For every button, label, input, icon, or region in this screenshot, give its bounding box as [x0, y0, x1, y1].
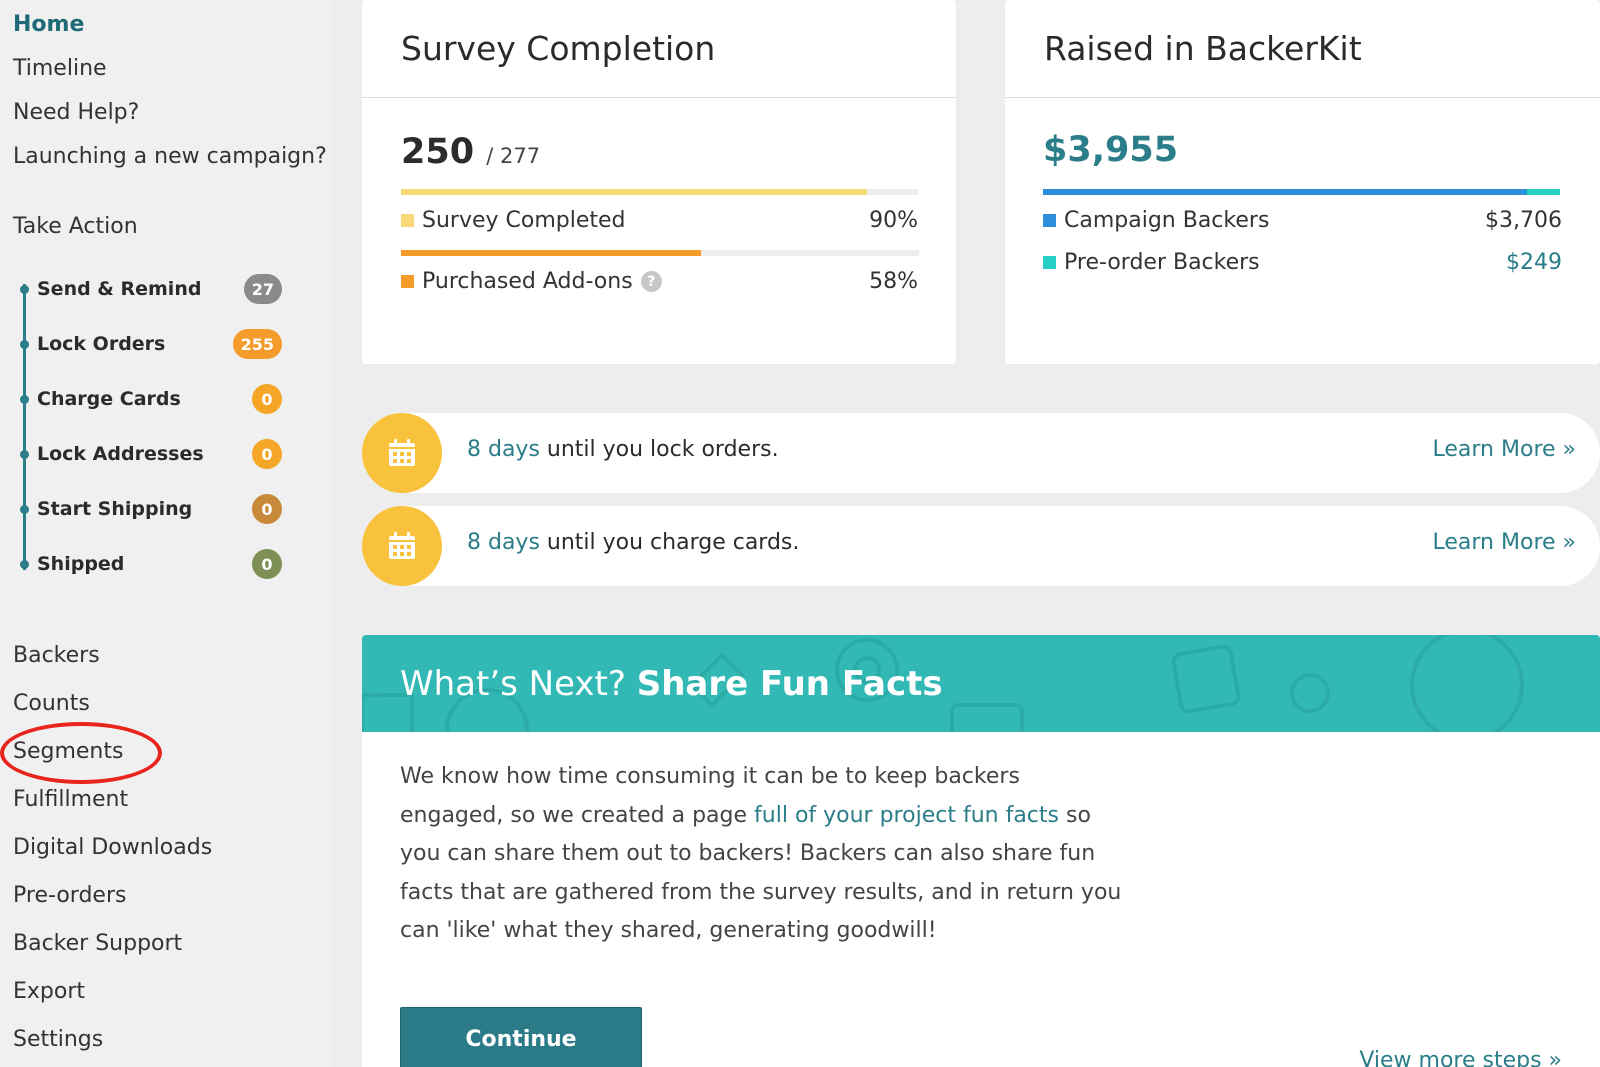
step-label: Start Shipping	[37, 498, 193, 520]
survey-completed-number: 250	[401, 132, 475, 172]
count-badge: 0	[252, 549, 282, 579]
reminder-text: 8 days until you lock orders.	[467, 437, 779, 462]
nav-need-help[interactable]: Need Help?	[13, 100, 139, 125]
legend-label: Survey Completed	[422, 208, 626, 233]
legend-preorder-backers: Pre-order Backers	[1043, 250, 1260, 275]
card-title: Raised in BackerKit	[1005, 0, 1600, 98]
count-badge: 27	[243, 274, 282, 304]
legend-label: Purchased Add-ons	[422, 269, 633, 294]
survey-completion-card: Survey Completion 250 / 277 Survey Compl…	[362, 0, 956, 364]
legend-swatch	[401, 275, 414, 288]
learn-more-link[interactable]: Learn More »	[1433, 530, 1576, 555]
legend-swatch	[1043, 214, 1056, 227]
reminder-lock-orders: 8 days until you lock orders. Learn More…	[362, 413, 1600, 493]
step-label: Send & Remind	[37, 278, 202, 300]
legend-campaign-backers: Campaign Backers	[1043, 208, 1269, 233]
purchased-addons-bar	[401, 250, 919, 256]
reminder-days[interactable]: 8 days	[467, 437, 540, 462]
timeline-dot	[20, 284, 29, 294]
timeline-dot	[20, 339, 29, 349]
calendar-icon	[362, 506, 442, 586]
raised-card: Raised in BackerKit $3,955 Campaign Back…	[1005, 0, 1600, 364]
legend-swatch	[1043, 256, 1056, 269]
timeline-dot	[20, 394, 29, 404]
legend-value: 90%	[869, 208, 918, 233]
step-start-shipping[interactable]: Start Shipping 0	[20, 492, 282, 526]
step-shipped[interactable]: Shipped 0	[20, 547, 282, 581]
timeline-dot	[20, 559, 29, 569]
legend-value: $3,706	[1485, 208, 1562, 233]
reminder-message: until you lock orders.	[539, 437, 779, 462]
learn-more-link[interactable]: Learn More »	[1433, 437, 1576, 462]
step-lock-orders[interactable]: Lock Orders 255	[20, 327, 282, 361]
nav-segments[interactable]: Segments	[13, 739, 123, 764]
count-badge: 0	[252, 439, 282, 469]
step-label: Lock Addresses	[37, 443, 204, 465]
nav-pre-orders[interactable]: Pre-orders	[13, 883, 126, 908]
survey-count: 250 / 277	[401, 132, 540, 172]
whats-next-banner: What’s Next? Share Fun Facts	[362, 635, 1600, 732]
legend-label: Pre-order Backers	[1064, 250, 1260, 275]
survey-completed-bar	[401, 189, 919, 195]
bar-fill	[1043, 189, 1527, 195]
nav-digital-downloads[interactable]: Digital Downloads	[13, 835, 212, 860]
nav-settings[interactable]: Settings	[13, 1027, 103, 1052]
nav-timeline[interactable]: Timeline	[13, 56, 107, 81]
bar-fill	[401, 189, 867, 195]
sidebar: Home Timeline Need Help? Launching a new…	[0, 0, 330, 1067]
legend-purchased-addons: Purchased Add-ons ?	[401, 269, 662, 294]
step-label: Lock Orders	[37, 333, 166, 355]
bar-fill	[401, 250, 701, 256]
reminder-charge-cards: 8 days until you charge cards. Learn Mor…	[362, 506, 1600, 586]
step-label: Charge Cards	[37, 388, 181, 410]
whats-next-title: What’s Next? Share Fun Facts	[400, 664, 943, 704]
nav-fulfillment[interactable]: Fulfillment	[13, 787, 128, 812]
legend-label: Campaign Backers	[1064, 208, 1270, 233]
count-badge: 0	[252, 494, 282, 524]
survey-total: / 277	[486, 144, 541, 168]
legend-value: 58%	[869, 269, 918, 294]
nav-home[interactable]: Home	[13, 12, 84, 37]
legend-swatch	[401, 214, 414, 227]
timeline-dot	[20, 449, 29, 459]
nav-backers[interactable]: Backers	[13, 643, 100, 668]
whats-next-description: We know how time consuming it can be to …	[400, 758, 1130, 951]
help-icon[interactable]: ?	[640, 271, 662, 292]
step-lock-addresses[interactable]: Lock Addresses 0	[20, 437, 282, 471]
whats-next-body: We know how time consuming it can be to …	[362, 732, 1600, 1067]
count-badge: 0	[252, 384, 282, 414]
reminder-days[interactable]: 8 days	[467, 530, 540, 555]
whats-next-heading: Share Fun Facts	[636, 664, 943, 704]
raised-amount: $3,955	[1043, 130, 1179, 170]
nav-launching-campaign[interactable]: Launching a new campaign?	[13, 144, 327, 169]
continue-button[interactable]: Continue	[400, 1007, 642, 1067]
calendar-icon	[362, 413, 442, 493]
nav-counts[interactable]: Counts	[13, 691, 90, 716]
step-label: Shipped	[37, 553, 125, 575]
whats-next-prefix: What’s Next?	[400, 664, 637, 704]
fun-facts-link[interactable]: full of your project fun facts	[754, 803, 1059, 828]
view-more-steps-link[interactable]: View more steps »	[1359, 1048, 1562, 1067]
step-charge-cards[interactable]: Charge Cards 0	[20, 382, 282, 416]
step-send-remind[interactable]: Send & Remind 27	[20, 272, 282, 306]
timeline-dot	[20, 504, 29, 514]
reminder-message: until you charge cards.	[539, 530, 800, 555]
reminder-text: 8 days until you charge cards.	[467, 530, 799, 555]
raised-bar	[1043, 189, 1560, 195]
nav-backer-support[interactable]: Backer Support	[13, 931, 182, 956]
count-badge: 255	[232, 329, 282, 359]
nav-export[interactable]: Export	[13, 979, 85, 1004]
legend-value: $249	[1506, 250, 1562, 275]
take-action-heading: Take Action	[13, 214, 138, 239]
legend-survey-completed: Survey Completed	[401, 208, 626, 233]
card-title: Survey Completion	[362, 0, 956, 98]
